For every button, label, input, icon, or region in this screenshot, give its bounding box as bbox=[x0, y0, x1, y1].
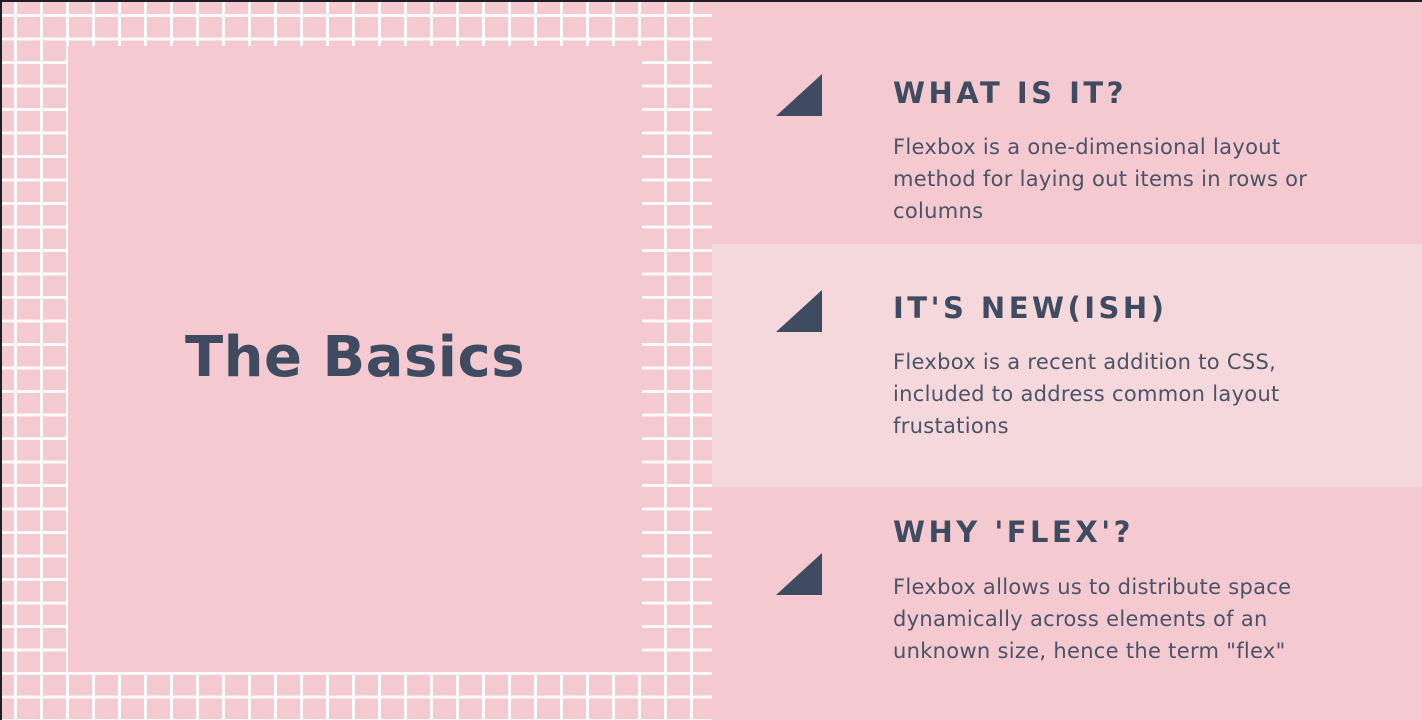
triangle-icon bbox=[776, 74, 822, 116]
section-body: Flexbox is a recent addition to CSS, inc… bbox=[893, 350, 1280, 438]
grid-panel: The Basics bbox=[2, 2, 712, 720]
section-heading: IT'S NEW(ISH) bbox=[893, 291, 1168, 325]
section-heading: WHAT IS IT? bbox=[893, 76, 1127, 110]
section-body: Flexbox allows us to distribute space dy… bbox=[893, 575, 1292, 663]
triangle-icon bbox=[776, 553, 822, 595]
title-box: The Basics bbox=[68, 46, 642, 672]
slide: The Basics WHAT IS IT? Flexbox is a one-… bbox=[2, 2, 1422, 720]
triangle-icon bbox=[776, 290, 822, 332]
section-heading: WHY 'FLEX'? bbox=[893, 515, 1134, 549]
section-what-is-it: WHAT IS IT? Flexbox is a one-dimensional… bbox=[712, 2, 1422, 244]
section-body: Flexbox is a one-dimensional layout meth… bbox=[893, 135, 1308, 223]
section-why-flex: WHY 'FLEX'? Flexbox allows us to distrib… bbox=[712, 487, 1422, 720]
section-its-newish: IT'S NEW(ISH) Flexbox is a recent additi… bbox=[712, 244, 1422, 487]
slide-title: The Basics bbox=[184, 324, 526, 390]
